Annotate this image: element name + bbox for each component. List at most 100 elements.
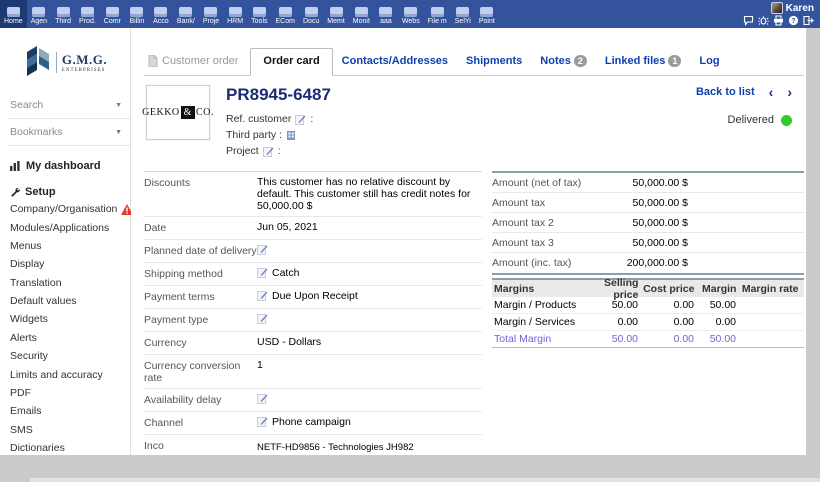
nav-item-tools[interactable]: Tools — [247, 0, 271, 28]
nav-module-icon — [179, 7, 192, 17]
help-icon[interactable]: ? — [788, 15, 799, 26]
nav-module-icon — [279, 7, 292, 17]
nav-item-webs[interactable]: Webs — [398, 0, 424, 28]
sidebar-item-label: Security — [10, 350, 48, 362]
back-to-list-link[interactable]: Back to list — [696, 86, 755, 98]
setup-items-list: Company/OrganisationModules/Applications… — [8, 200, 130, 476]
nav-item-aaa[interactable]: aaa — [374, 0, 398, 28]
nav-item-label: Monit — [353, 18, 370, 26]
page-title: PR8945-6487 — [226, 85, 331, 105]
tab-linked-files[interactable]: Linked files1 — [596, 49, 691, 75]
sidebar-item-label: Dictionaries — [10, 442, 65, 454]
nav-item-label: Comr — [104, 18, 121, 26]
sidebar-item-widgets[interactable]: Widgets — [8, 310, 130, 328]
ref-customer-label: Ref. customer — [226, 111, 291, 127]
nav-module-icon — [330, 7, 343, 17]
tab-log[interactable]: Log — [690, 49, 728, 75]
sidebar-item-label: Display — [10, 258, 44, 270]
sidebar-item-default-values[interactable]: Default values — [8, 292, 130, 310]
nav-item-home[interactable]: Home — [0, 0, 27, 28]
detail-label: Currency — [144, 336, 257, 349]
thirdparty-logo-amp: & — [181, 106, 195, 119]
margins-cell: 50.00 — [694, 299, 736, 311]
edit-pencil-icon[interactable] — [257, 267, 268, 278]
bookmarks-dropdown[interactable]: Bookmarks ▼ — [8, 119, 130, 146]
sidebar-item-modules-applications[interactable]: Modules/Applications — [8, 218, 130, 236]
sidebar-item-translation[interactable]: Translation — [8, 274, 130, 292]
bug-icon[interactable] — [758, 15, 769, 26]
sidebar-item-sms[interactable]: SMS — [8, 421, 130, 439]
edit-pencil-icon[interactable] — [295, 114, 306, 125]
third-party-label: Third party : — [226, 127, 282, 143]
amount-value: 50,000.00 $ — [622, 217, 688, 229]
nav-item-ecom[interactable]: ECom — [272, 0, 299, 28]
sidebar-item-limits-and-accuracy[interactable]: Limits and accuracy — [8, 365, 130, 383]
nav-item-point[interactable]: Point — [475, 0, 499, 28]
sidebar-item-alerts[interactable]: Alerts — [8, 329, 130, 347]
nav-module-icon — [57, 7, 70, 17]
edit-pencil-icon[interactable] — [263, 146, 274, 157]
sidebar-item-label: Emails — [10, 405, 42, 417]
nav-item-monit[interactable]: Monit — [349, 0, 374, 28]
logout-icon[interactable] — [803, 15, 814, 26]
wrench-icon — [10, 187, 20, 197]
nav-item-filem[interactable]: File m — [424, 0, 451, 28]
tab-badge: 1 — [668, 55, 681, 67]
user-avatar[interactable] — [771, 2, 783, 14]
sidebar-section-setup[interactable]: Setup — [10, 186, 130, 198]
tab-customer-order-label: Customer order — [162, 55, 238, 67]
nav-item-acco[interactable]: Acco — [149, 0, 173, 28]
sidebar-item-label: Limits and accuracy — [10, 369, 103, 381]
nav-item-label: Tools — [251, 18, 267, 26]
user-name[interactable]: Karen — [786, 3, 814, 14]
nav-item-prod[interactable]: Prod. — [75, 0, 100, 28]
margins-table-rows: Margin / Products50.000.0050.00Margin / … — [492, 297, 804, 348]
nav-item-label: SelYi — [455, 18, 471, 26]
margins-table: MarginsSelling priceCost priceMarginMarg… — [492, 278, 804, 348]
company-building-icon[interactable] — [286, 130, 296, 141]
nav-item-docu[interactable]: Docu — [299, 0, 323, 28]
nav-item-memt[interactable]: Memt — [323, 0, 349, 28]
colon: : — [278, 143, 281, 159]
nav-item-billin[interactable]: Billin — [125, 0, 149, 28]
nav-item-selyi[interactable]: SelYi — [451, 0, 475, 28]
nav-item-proje[interactable]: Proje — [199, 0, 223, 28]
sidebar-item-security[interactable]: Security — [8, 347, 130, 365]
brand-mark-icon — [25, 46, 51, 78]
nav-item-agen[interactable]: Agen — [27, 0, 51, 28]
edit-pencil-icon[interactable] — [257, 244, 268, 255]
edit-pencil-icon[interactable] — [257, 313, 268, 324]
edit-pencil-icon[interactable] — [257, 416, 268, 427]
edit-pencil-icon[interactable] — [257, 290, 268, 301]
sidebar-item-menus[interactable]: Menus — [8, 237, 130, 255]
sidebar-item-pdf[interactable]: PDF — [8, 384, 130, 402]
sidebar-item-display[interactable]: Display — [8, 255, 130, 273]
tab-order-card[interactable]: Order card — [250, 48, 332, 76]
edit-pencil-icon[interactable] — [257, 393, 268, 404]
tab-contacts-addresses[interactable]: Contacts/Addresses — [333, 49, 457, 75]
nav-item-label: File m — [428, 18, 447, 26]
horizontal-scrollbar[interactable] — [30, 478, 820, 482]
sidebar-item-emails[interactable]: Emails — [8, 402, 130, 420]
chat-icon[interactable] — [743, 15, 754, 26]
tab-notes[interactable]: Notes2 — [531, 49, 596, 75]
thirdparty-logo-text2: CO. — [196, 107, 214, 118]
bookmarks-dropdown-label: Bookmarks — [10, 126, 63, 138]
detail-value: Catch — [257, 267, 482, 279]
tab-shipments[interactable]: Shipments — [457, 49, 531, 75]
top-navbar: HomeAgenThirdProd. Comr BillinAccoBank/Pro… — [0, 0, 820, 28]
nav-item-hrm[interactable]: HRM — [223, 0, 247, 28]
nav-item-third[interactable]: Third — [51, 0, 75, 28]
sidebar-item-company-organisation[interactable]: Company/Organisation — [8, 200, 130, 218]
print-icon[interactable] — [773, 15, 784, 26]
sidebar: G.M.G. ENTERPRISES Search ▼ Bookmarks ▼ … — [0, 28, 131, 455]
detail-label: Availability delay — [144, 393, 257, 406]
next-record-chevron[interactable]: › — [787, 86, 792, 98]
search-dropdown[interactable]: Search ▼ — [8, 92, 130, 119]
company-brand-logo[interactable]: G.M.G. ENTERPRISES — [8, 36, 130, 92]
previous-record-chevron[interactable]: ‹ — [769, 86, 774, 98]
sidebar-item-dashboard[interactable]: My dashboard — [10, 160, 130, 172]
nav-item-bank[interactable]: Bank/ — [173, 0, 199, 28]
detail-row-planned-date-of-delivery: Planned date of delivery — [144, 240, 482, 263]
nav-item-comr[interactable]: Comr — [100, 0, 125, 28]
